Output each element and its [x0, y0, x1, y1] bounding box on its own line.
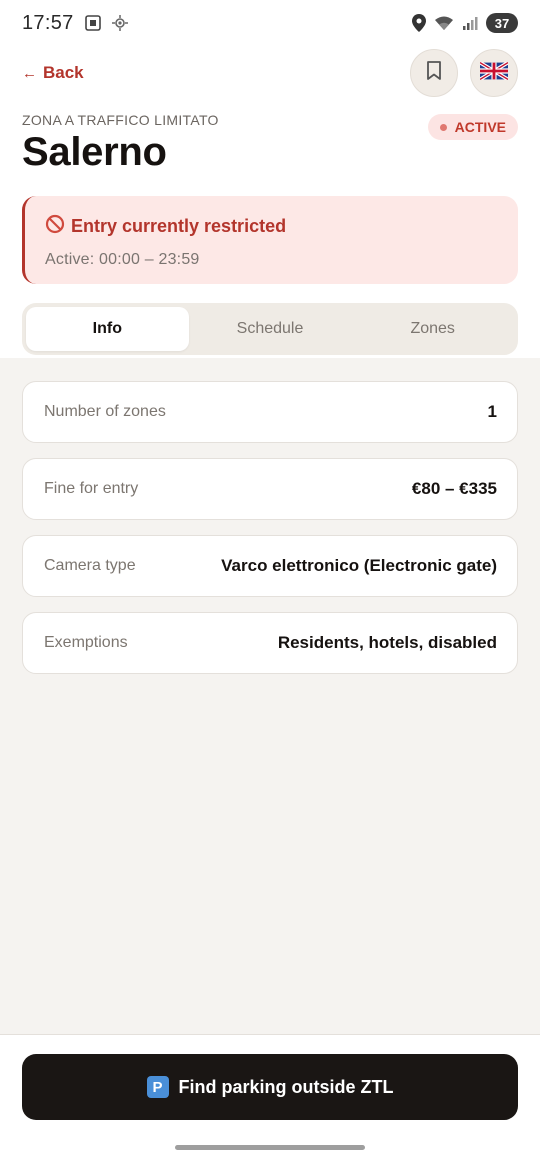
info-row-label: Number of zones — [44, 403, 166, 420]
back-arrow-icon: ← — [22, 64, 37, 82]
tab-info[interactable]: Info — [26, 307, 189, 351]
parking-icon: P — [146, 1076, 169, 1098]
status-right: 37 — [412, 13, 518, 33]
tab-schedule[interactable]: Schedule — [189, 307, 352, 351]
info-row-zones: Number of zones 1 — [22, 381, 518, 443]
info-row-value: 1 — [487, 402, 497, 421]
find-parking-button[interactable]: P Find parking outside ZTL — [22, 1054, 518, 1120]
status-badge: ACTIVE — [427, 114, 518, 140]
status-bar: 17:57 37 — [0, 0, 540, 46]
alert-title: Entry currently restricted — [71, 216, 287, 236]
back-label: Back — [43, 63, 84, 82]
info-row-camera: Camera type Varco elettronico (Electroni… — [22, 535, 518, 597]
alert-subtitle: Active: 00:00 – 23:59 — [45, 251, 200, 268]
status-left: 17:57 — [22, 12, 128, 35]
bookmark-button[interactable] — [410, 49, 458, 97]
header-actions — [410, 49, 518, 97]
alert-title-row: Entry currently restricted — [45, 214, 498, 239]
battery-indicator: 37 — [486, 13, 518, 33]
location-crosshair-icon — [111, 15, 128, 31]
find-parking-label: Find parking outside ZTL — [178, 1076, 394, 1097]
bottom-bar: P Find parking outside ZTL — [0, 1034, 540, 1158]
tab-bar: Info Schedule Zones — [22, 303, 518, 355]
restriction-alert: Entry currently restricted Active: 00:00… — [22, 196, 518, 284]
language-button[interactable] — [470, 49, 518, 97]
info-row-value: Residents, hotels, disabled — [277, 633, 497, 652]
back-button[interactable]: ← Back — [22, 63, 84, 83]
status-dot-icon — [439, 123, 447, 131]
status-time: 17:57 — [22, 11, 74, 34]
info-row-label: Fine for entry — [44, 480, 139, 497]
bookmark-icon — [426, 60, 442, 86]
location-pin-icon — [412, 14, 426, 32]
info-row-label: Exemptions — [44, 634, 128, 651]
info-row-value: €80 – €335 — [411, 479, 497, 498]
info-row-fine: Fine for entry €80 – €335 — [22, 458, 518, 520]
info-row-value: Varco elettronico (Electronic gate) — [221, 556, 497, 575]
info-row-label: Camera type — [44, 557, 136, 574]
uk-flag-icon — [479, 60, 509, 85]
info-panel: Number of zones 1 Fine for entry €80 – €… — [0, 358, 540, 1034]
page-header: ZONA A TRAFFICO LIMITATO Salerno ACTIVE — [22, 112, 518, 175]
top-nav: ← Back — [22, 48, 518, 98]
signal-icon — [462, 15, 478, 31]
wifi-icon — [434, 15, 454, 31]
home-indicator[interactable] — [175, 1145, 365, 1150]
prohibited-icon — [45, 214, 65, 239]
tab-zones[interactable]: Zones — [351, 307, 514, 351]
status-badge-label: ACTIVE — [454, 119, 506, 135]
screenshot-icon — [84, 14, 102, 32]
info-row-exemptions: Exemptions Residents, hotels, disabled — [22, 612, 518, 674]
